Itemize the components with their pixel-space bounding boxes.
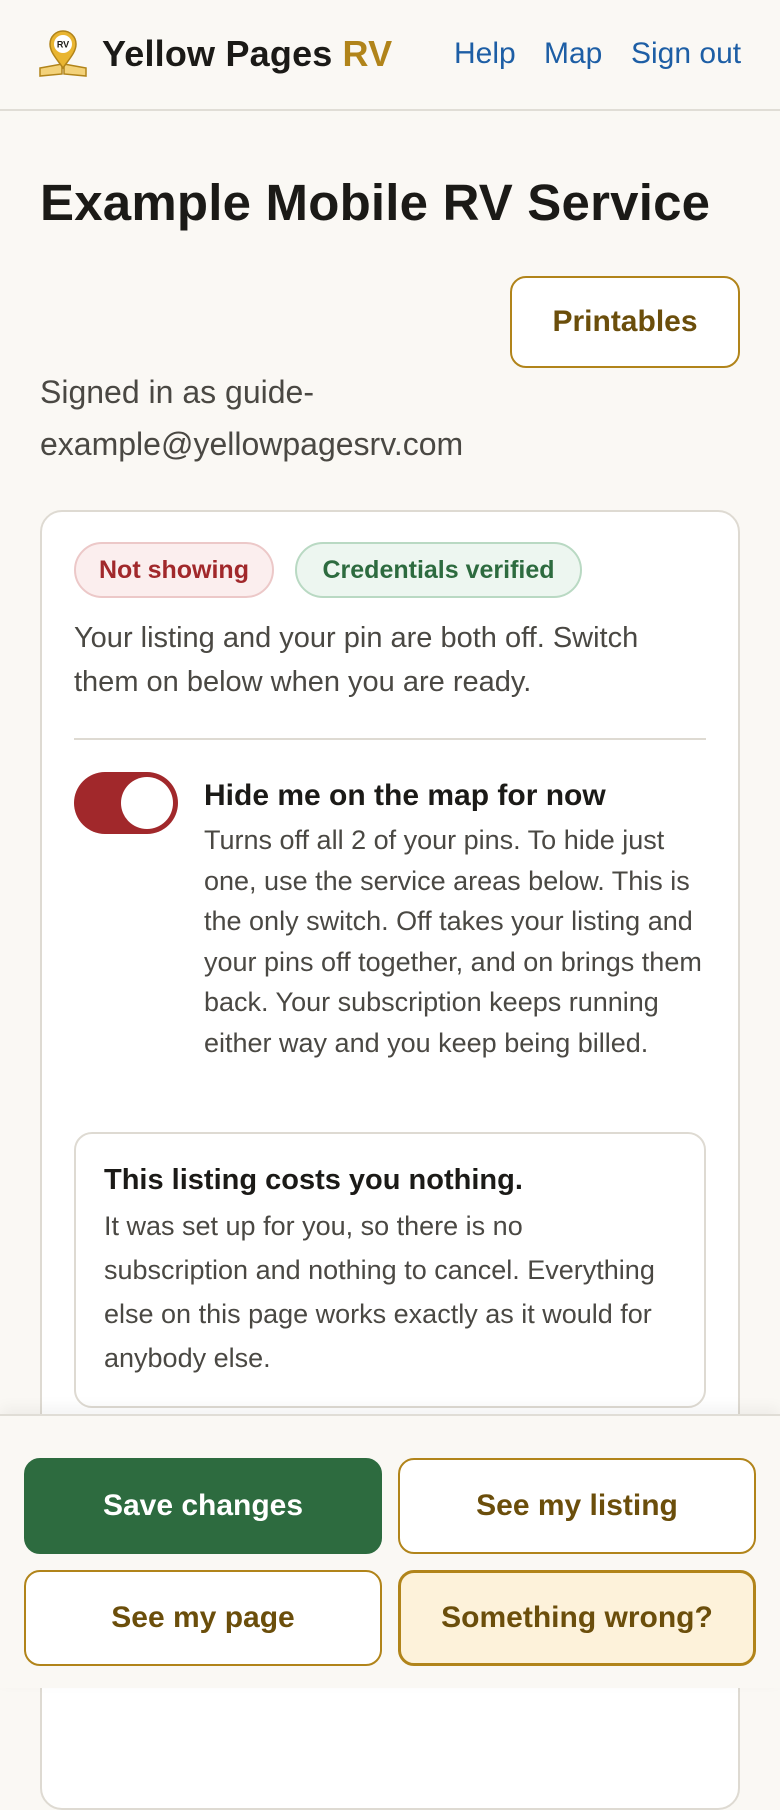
divider bbox=[74, 738, 706, 740]
hide-on-map-description: Turns off all 2 of your pins. To hide ju… bbox=[204, 825, 702, 1058]
something-wrong-button[interactable]: Something wrong? bbox=[398, 1570, 756, 1666]
hide-on-map-title: Hide me on the map for now bbox=[204, 779, 606, 812]
nav-map-link[interactable]: Map bbox=[544, 36, 602, 72]
brand-name-text: Yellow Pages bbox=[102, 33, 333, 74]
nav-sign-out-link[interactable]: Sign out bbox=[631, 36, 741, 72]
action-bar: Save changes See my listing See my page … bbox=[0, 1414, 780, 1688]
brand-name[interactable]: Yellow Pages RV bbox=[102, 30, 392, 78]
status-description: Your listing and your pin are both off. … bbox=[74, 622, 639, 698]
printables-button[interactable]: Printables bbox=[510, 276, 740, 368]
nav-help-link[interactable]: Help bbox=[454, 36, 516, 72]
site-header: RV Yellow Pages RV Help Map Sign out bbox=[0, 0, 780, 111]
signed-in-text: Signed in as guide-example@yellowpagesrv… bbox=[40, 374, 464, 462]
see-my-page-button[interactable]: See my page bbox=[24, 1570, 382, 1666]
free-listing-note-description: It was set up for you, so there is no su… bbox=[104, 1211, 655, 1373]
toggle-knob bbox=[121, 777, 173, 829]
free-listing-note: This listing costs you nothing. It was s… bbox=[74, 1132, 706, 1408]
not-showing-badge: Not showing bbox=[74, 542, 274, 598]
credentials-verified-badge: Credentials verified bbox=[295, 542, 582, 598]
see-my-listing-button[interactable]: See my listing bbox=[398, 1458, 756, 1554]
brand-suffix: RV bbox=[342, 33, 393, 74]
logo-badge-text: RV bbox=[57, 40, 69, 50]
page-title: Example Mobile RV Service bbox=[40, 174, 711, 231]
save-changes-button[interactable]: Save changes bbox=[24, 1458, 382, 1554]
map-pin-book-icon[interactable]: RV bbox=[38, 30, 88, 78]
hide-on-map-toggle[interactable] bbox=[74, 772, 178, 834]
free-listing-note-title: This listing costs you nothing. bbox=[104, 1164, 523, 1196]
